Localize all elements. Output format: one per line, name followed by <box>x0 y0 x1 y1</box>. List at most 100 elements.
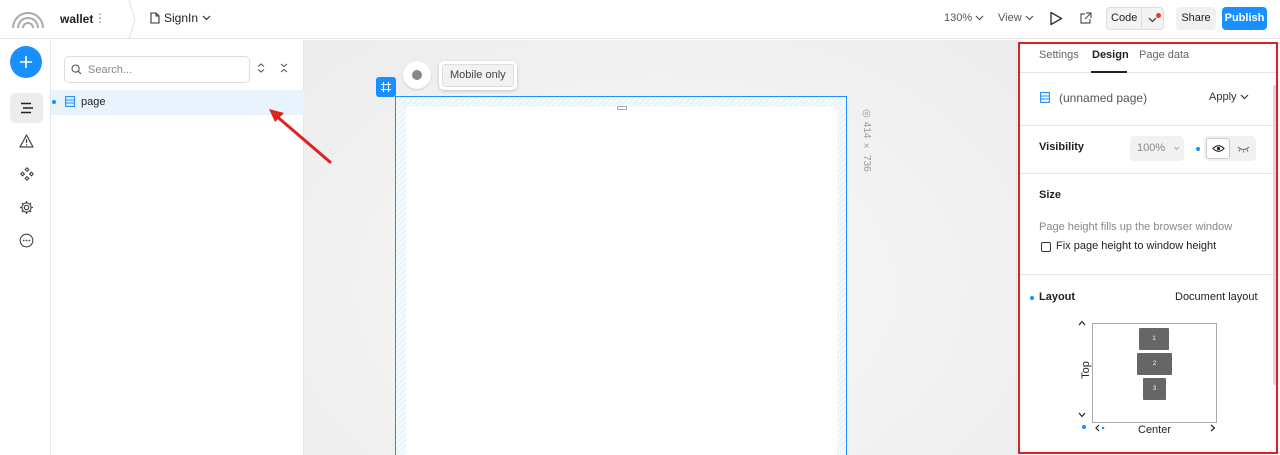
page-icon <box>1040 92 1050 103</box>
panel-tabs: Settings Design Page data <box>1017 40 1279 73</box>
more-icon <box>19 233 34 247</box>
notification-dot <box>1156 12 1161 18</box>
file-icon <box>150 12 160 24</box>
page-frame[interactable] <box>395 96 847 455</box>
visibility-label: Visibility <box>1039 141 1085 153</box>
visibility-section: Visibility 100% <box>1017 127 1279 174</box>
top-bar: wallet ⋮ SignIn 130% View Code Share Pub… <box>0 0 1280 39</box>
code-button[interactable]: Code <box>1107 8 1143 29</box>
size-section: Size Page height fills up the browser wi… <box>1017 175 1279 275</box>
fix-height-checkbox[interactable] <box>1041 242 1051 252</box>
publish-button[interactable]: Publish <box>1222 7 1267 30</box>
properties-panel: Settings Design Page data (unnamed page)… <box>1016 40 1280 455</box>
layers-icon <box>20 102 33 114</box>
add-icon <box>20 56 32 68</box>
annotation-arrow <box>269 109 332 164</box>
apply-label: Apply <box>1209 91 1237 103</box>
modified-dot <box>1030 296 1034 300</box>
page-name[interactable]: (unnamed page) <box>1059 91 1147 105</box>
collapse-all-icon[interactable] <box>280 63 288 73</box>
search-input[interactable] <box>88 63 238 76</box>
chevron-down-icon[interactable] <box>1078 412 1086 418</box>
chevron-down-icon <box>202 15 211 21</box>
resize-grip[interactable] <box>617 106 627 110</box>
apply-dropdown[interactable]: Apply <box>1209 91 1249 103</box>
size-label: Size <box>1039 189 1062 201</box>
fix-height-label[interactable]: Fix page height to window height <box>1056 240 1216 252</box>
horizontal-align-label: Center <box>1138 424 1172 436</box>
components-icon <box>19 167 34 181</box>
hidden-button[interactable] <box>1232 138 1254 159</box>
search-icon <box>71 64 82 75</box>
tab-page-data[interactable]: Page data <box>1139 49 1189 61</box>
layout-preview[interactable]: 1 2 3 <box>1092 323 1217 423</box>
breakpoint-toggle[interactable] <box>403 61 431 89</box>
warning-icon <box>19 134 34 148</box>
mobile-only-label: Mobile only <box>442 64 514 87</box>
rail-layers[interactable] <box>10 93 43 123</box>
chevron-down-icon <box>1148 17 1157 22</box>
play-icon[interactable] <box>1049 11 1063 26</box>
eye-icon <box>1211 145 1225 152</box>
opacity-select[interactable]: 100% <box>1130 136 1184 161</box>
app-name[interactable]: wallet <box>60 12 93 26</box>
frame-handle[interactable] <box>376 77 396 97</box>
canvas[interactable]: Mobile only ◎ 414 × 736 <box>304 40 1016 455</box>
frame-size-label: ◎ 414 × 736 <box>861 108 872 172</box>
layer-item-label: page <box>81 96 106 108</box>
left-icon-rail <box>0 40 51 455</box>
zoom-dropdown[interactable]: 130% <box>944 12 984 24</box>
chevron-down-icon <box>975 15 984 21</box>
code-button-group: Code <box>1106 7 1164 30</box>
page-selector[interactable]: SignIn <box>150 11 211 25</box>
rail-more[interactable] <box>10 225 43 255</box>
tab-settings[interactable]: Settings <box>1039 49 1079 61</box>
settings-icon <box>20 200 33 214</box>
view-dropdown[interactable]: View <box>998 12 1034 24</box>
breadcrumb-divider-icon <box>128 0 136 39</box>
eye-closed-icon <box>1237 146 1249 152</box>
frame-size-text: 414 × 736 <box>861 121 872 172</box>
view-label: View <box>998 12 1022 24</box>
page-body[interactable] <box>406 107 837 455</box>
active-tab-indicator <box>1091 71 1127 73</box>
panel-scrollbar[interactable] <box>1273 85 1277 385</box>
tab-design[interactable]: Design <box>1092 49 1129 61</box>
mobile-only-chip[interactable]: Mobile only <box>439 61 517 90</box>
chevron-up-icon[interactable] <box>1078 320 1086 326</box>
open-external-icon[interactable] <box>1079 12 1092 25</box>
chevron-left-icon[interactable] <box>1094 424 1106 432</box>
layout-section: Layout Document layout Top 1 2 3 Center <box>1017 276 1279 455</box>
app-menu-icon[interactable]: ⋮ <box>94 11 106 25</box>
add-button[interactable] <box>10 46 42 78</box>
opacity-value: 100% <box>1137 142 1166 154</box>
logo-icon <box>12 12 44 29</box>
rail-settings[interactable] <box>10 192 43 222</box>
chevron-down-icon <box>1173 146 1180 151</box>
visibility-toggle <box>1204 136 1256 161</box>
rail-components[interactable] <box>10 159 43 189</box>
layer-search[interactable] <box>64 56 250 83</box>
code-menu-button[interactable] <box>1142 12 1163 26</box>
rail-issues[interactable] <box>10 126 43 156</box>
zoom-level: 130% <box>944 12 973 24</box>
visible-button[interactable] <box>1206 138 1230 159</box>
page-selector-label: SignIn <box>164 11 199 25</box>
layout-block: 1 <box>1139 328 1169 350</box>
page-icon <box>65 96 75 107</box>
modified-dot <box>1082 425 1086 429</box>
vertical-align-label: Top <box>1080 361 1092 379</box>
layout-block: 3 <box>1143 378 1166 400</box>
chevron-right-icon[interactable] <box>1209 424 1217 432</box>
size-description: Page height fills up the browser window <box>1039 221 1233 233</box>
layout-label: Layout <box>1039 291 1076 303</box>
share-button[interactable]: Share <box>1176 7 1216 30</box>
selection-dot <box>52 100 56 104</box>
layout-block: 2 <box>1137 353 1172 375</box>
record-icon <box>412 70 422 80</box>
expand-collapse-icon[interactable] <box>257 63 265 73</box>
modified-dot <box>1196 147 1200 151</box>
chevron-down-icon <box>1240 94 1248 100</box>
layout-type[interactable]: Document layout <box>1175 291 1258 303</box>
chevron-down-icon <box>1025 15 1034 21</box>
